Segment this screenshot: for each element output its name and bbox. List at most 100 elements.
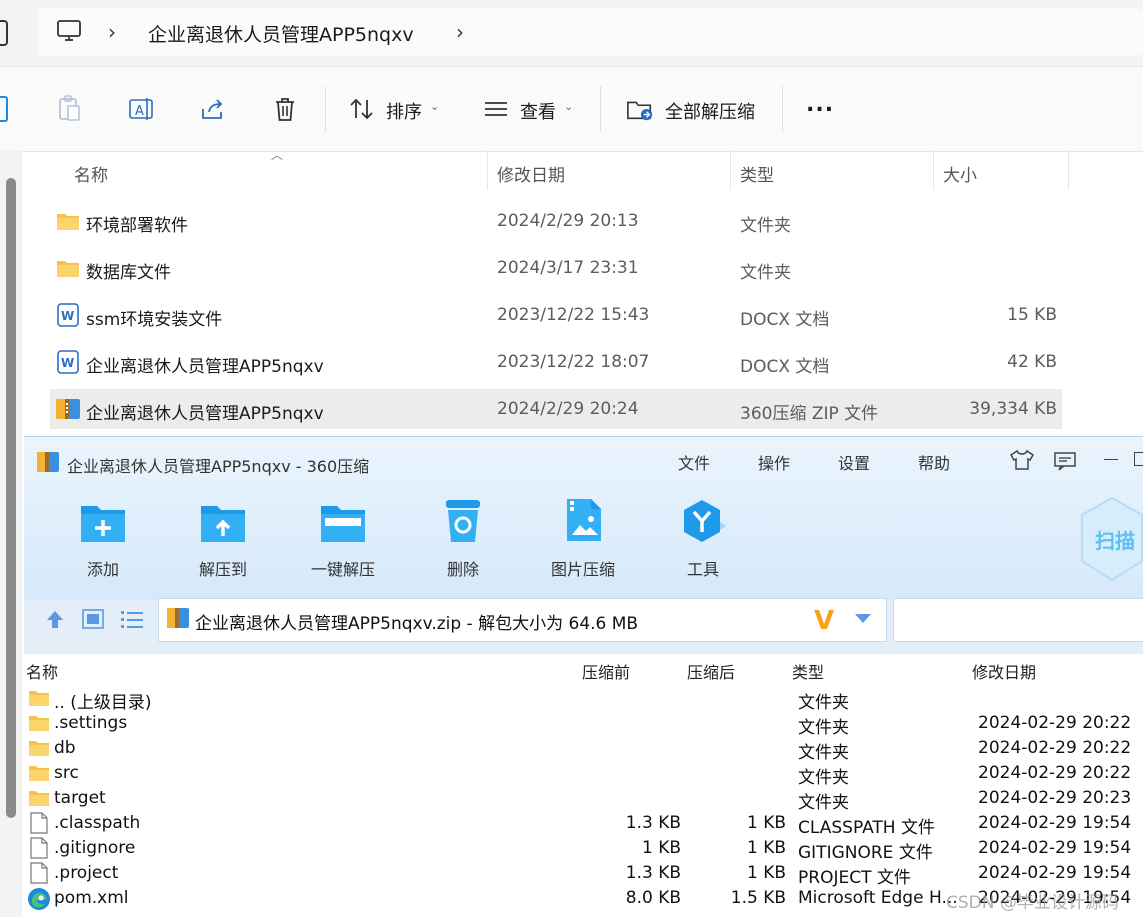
column-header-size[interactable]: 大小	[943, 161, 977, 186]
minimize-icon[interactable]	[1104, 459, 1118, 460]
zip-archive-icon	[166, 607, 190, 633]
archive-row[interactable]: .classpath 1.3 KB 1 KB CLASSPATH 文件 2024…	[24, 812, 1143, 838]
tools-icon[interactable]	[680, 498, 728, 548]
thumbnail-view-icon[interactable]	[82, 609, 104, 633]
svg-text:W: W	[61, 309, 74, 323]
delete-button[interactable]: 删除	[408, 556, 518, 580]
archive-entry-size-after: 1 KB	[746, 838, 786, 858]
file-row[interactable]: 数据库文件 2024/3/17 23:31 文件夹	[50, 248, 1062, 288]
up-level-arrow-icon[interactable]	[44, 608, 66, 634]
add-icon[interactable]	[79, 500, 127, 548]
archive-row[interactable]: .project 1.3 KB 1 KB PROJECT 文件 2024-02-…	[24, 862, 1143, 888]
image-compress-button[interactable]: 图片压缩	[528, 556, 638, 580]
file-row[interactable]: 环境部署软件 2024/2/29 20:13 文件夹	[50, 201, 1062, 241]
archive-path-text: 企业离退休人员管理APP5nqxv.zip - 解包大小为 64.6 MB	[195, 614, 639, 634]
breadcrumb-chevron-icon[interactable]: ›	[456, 20, 464, 44]
archive-entry-type: 文件夹	[798, 743, 849, 763]
tools-button[interactable]: 工具	[648, 556, 758, 580]
column-divider[interactable]	[487, 150, 488, 190]
extract-to-icon[interactable]	[199, 500, 247, 548]
file-size: 42 KB	[1007, 352, 1057, 372]
column-header-type[interactable]: 类型	[740, 161, 774, 186]
computer-icon[interactable]	[56, 18, 82, 48]
more-options-button[interactable]: ...	[806, 92, 834, 117]
archive-entry-date: 2024-02-29 20:22	[978, 738, 1132, 758]
zip-column-after[interactable]: 压缩后	[687, 659, 735, 683]
view-chevron-down-icon[interactable]: ⌄	[564, 100, 573, 113]
file-date: 2023/12/22 18:07	[497, 352, 650, 372]
list-view-icon[interactable]	[120, 609, 144, 633]
archive-row[interactable]: db 文件夹 2024-02-29 20:22	[24, 737, 1143, 763]
archive-row[interactable]: target 文件夹 2024-02-29 20:23	[24, 787, 1143, 813]
file-type: 文件夹	[740, 263, 791, 283]
rename-icon[interactable]: A	[127, 95, 155, 123]
image-compress-icon[interactable]	[564, 497, 604, 547]
archive-row[interactable]: .settings 文件夹 2024-02-29 20:22	[24, 712, 1143, 738]
column-divider[interactable]	[933, 150, 934, 190]
one-click-extract-icon[interactable]	[319, 500, 367, 548]
column-divider[interactable]	[1068, 150, 1069, 190]
add-button[interactable]: 添加	[48, 556, 158, 580]
archive-row[interactable]: .gitignore 1 KB 1 KB GITIGNORE 文件 2024-0…	[24, 837, 1143, 863]
paste-icon[interactable]	[55, 95, 83, 123]
word-doc-icon: W	[57, 350, 79, 378]
zip-column-name[interactable]: 名称	[26, 659, 58, 683]
menu-settings[interactable]: 设置	[838, 450, 870, 474]
zip-column-before[interactable]: 压缩前	[582, 659, 630, 683]
archive-entry-type: 文件夹	[798, 768, 849, 788]
share-icon[interactable]	[199, 95, 227, 123]
view-icon[interactable]	[482, 95, 510, 123]
cut-edge-icon[interactable]	[0, 96, 8, 122]
archive-entry-name: .classpath	[54, 813, 141, 833]
file-row-selected[interactable]: 企业离退休人员管理APP5nqxv 2024/2/29 20:24 360压缩 …	[50, 389, 1062, 429]
path-dropdown-arrow-icon[interactable]	[855, 614, 871, 623]
toolbar-divider	[600, 86, 601, 132]
archive-entry-size-before: 1.3 KB	[625, 863, 681, 883]
archive-entry-type: 文件夹	[798, 693, 849, 713]
file-icon	[30, 837, 48, 863]
view-button[interactable]: 查看	[520, 98, 556, 124]
recycle-bin-icon[interactable]	[443, 498, 483, 548]
maximize-icon[interactable]	[1134, 452, 1143, 466]
toolbar-divider	[782, 86, 783, 132]
archive-row[interactable]: src 文件夹 2024-02-29 20:22	[24, 762, 1143, 788]
archive-search-input[interactable]	[893, 598, 1143, 642]
archive-entry-name: src	[54, 763, 79, 783]
archive-row[interactable]: .. (上级目录) 文件夹	[24, 687, 1143, 713]
v-logo-icon[interactable]: V	[814, 606, 834, 636]
svg-text:W: W	[61, 356, 74, 370]
sort-icon[interactable]	[348, 95, 376, 123]
file-row[interactable]: W 企业离退休人员管理APP5nqxv 2023/12/22 18:07 DOC…	[50, 342, 1062, 382]
skin-icon[interactable]	[1009, 449, 1035, 475]
feedback-icon[interactable]	[1053, 450, 1077, 476]
sort-chevron-down-icon[interactable]: ⌄	[430, 100, 439, 113]
column-divider[interactable]	[730, 150, 731, 190]
archive-entry-size-before: 8.0 KB	[625, 888, 681, 908]
file-name: 数据库文件	[86, 263, 171, 283]
one-click-extract-button[interactable]: 一键解压	[288, 556, 398, 580]
menu-help[interactable]: 帮助	[918, 450, 950, 474]
file-row[interactable]: W ssm环境安装文件 2023/12/22 15:43 DOCX 文档 15 …	[50, 295, 1062, 335]
toolbar-divider	[325, 86, 326, 132]
menu-operation[interactable]: 操作	[758, 450, 790, 474]
folder-icon	[28, 789, 50, 811]
sort-button[interactable]: 排序	[386, 98, 422, 124]
menu-file[interactable]: 文件	[678, 450, 710, 474]
zip-column-date[interactable]: 修改日期	[972, 659, 1036, 683]
breadcrumb-current-folder[interactable]: 企业离退休人员管理APP5nqxv	[148, 20, 414, 47]
extract-to-button[interactable]: 解压到	[168, 556, 278, 580]
scan-button[interactable]: 扫描	[1095, 525, 1135, 554]
column-header-date[interactable]: 修改日期	[497, 161, 565, 186]
extract-all-button[interactable]: 全部解压缩	[665, 98, 755, 124]
file-icon	[30, 862, 48, 888]
column-header-name[interactable]: 名称	[74, 161, 108, 186]
archive-entry-name: target	[54, 788, 106, 808]
vertical-scrollbar[interactable]	[6, 178, 16, 818]
delete-icon[interactable]	[271, 95, 299, 123]
extract-all-icon[interactable]	[626, 95, 654, 123]
archive-entry-type: GITIGNORE 文件	[798, 843, 933, 863]
archive-entry-size-before: 1 KB	[641, 838, 681, 858]
file-name: 环境部署软件	[86, 216, 188, 236]
zip-column-type[interactable]: 类型	[792, 659, 824, 683]
breadcrumb-chevron-icon[interactable]: ›	[108, 20, 116, 44]
